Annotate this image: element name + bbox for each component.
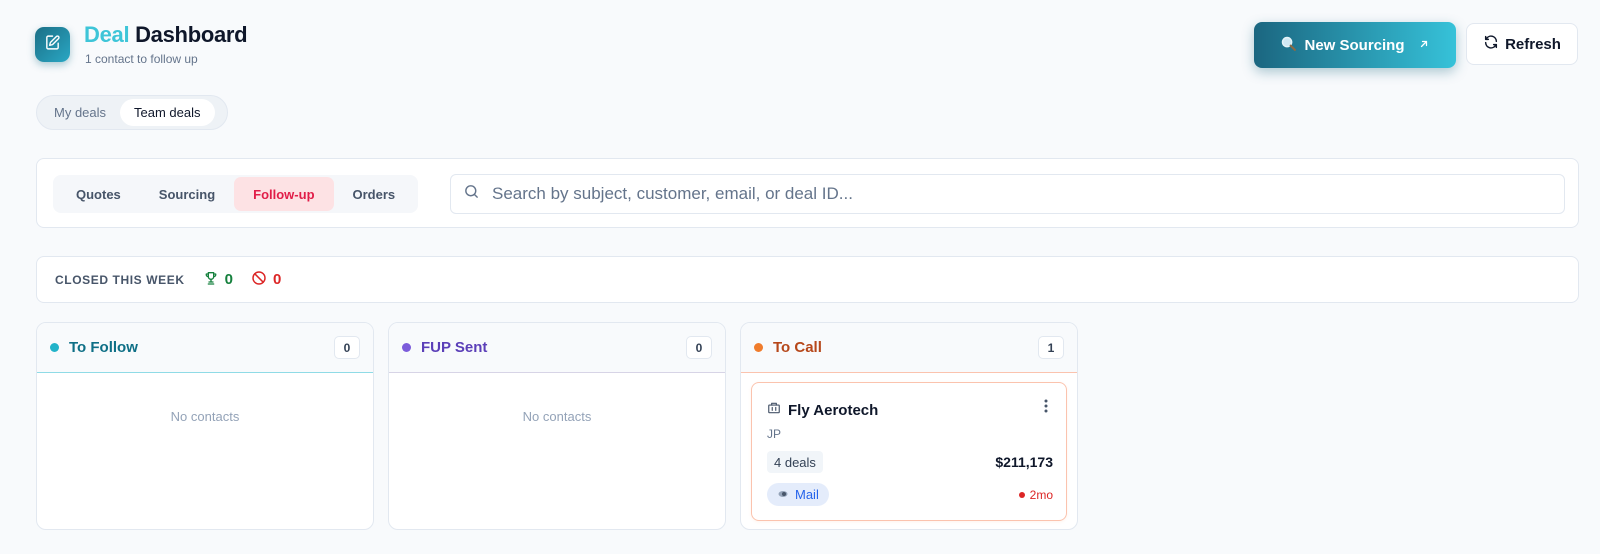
edit-note-icon (44, 34, 61, 56)
empty-state: No contacts (522, 409, 592, 424)
channel-badge[interactable]: Mail (767, 483, 829, 506)
channel-label: Mail (795, 487, 819, 502)
column-title: FUP Sent (421, 339, 488, 356)
column-count-badge: 0 (686, 336, 712, 359)
stage-tabs: Quotes Sourcing Follow-up Orders (53, 175, 419, 213)
column-header: To Call 1 (741, 323, 1077, 373)
column-title: To Call (773, 339, 822, 356)
page-title-accent: Deal (84, 22, 130, 47)
last-contact-age: 2mo (1018, 488, 1053, 502)
column-count-badge: 1 (1038, 336, 1064, 359)
tab-follow-up[interactable]: Follow-up (234, 177, 334, 211)
contact-name-row: Fly Aerotech (767, 401, 878, 420)
empty-state: No contacts (170, 409, 240, 424)
column-count-badge: 0 (334, 336, 360, 359)
status-dot (402, 343, 411, 352)
age-label: 2mo (1029, 488, 1053, 502)
refresh-button[interactable]: Refresh (1466, 23, 1578, 65)
more-vertical-icon[interactable] (1039, 398, 1053, 419)
trophy-icon (203, 270, 219, 290)
contact-name: Fly Aerotech (788, 402, 879, 419)
scope-my-deals[interactable]: My deals (40, 99, 120, 126)
column-to-call: To Call 1 Fly Aerotech JP 4 deals $211,1… (740, 322, 1078, 530)
won-stat: 0 (203, 270, 233, 290)
search-input[interactable] (492, 184, 1532, 204)
magnifier-icon (1280, 35, 1297, 56)
column-fup-sent: FUP Sent 0 No contacts (388, 322, 726, 530)
search-icon (463, 183, 480, 205)
new-sourcing-label: New Sourcing (1304, 36, 1405, 54)
filter-toolbar: Quotes Sourcing Follow-up Orders (36, 158, 1579, 228)
overdue-dot (1018, 492, 1025, 498)
lost-stat: 0 (251, 270, 281, 290)
tab-orders[interactable]: Orders (334, 177, 415, 211)
page-subtitle: 1 contact to follow up (85, 52, 198, 66)
deals-count-badge: 4 deals (767, 451, 823, 473)
app-logo (35, 27, 70, 62)
deal-amount: $211,173 (995, 454, 1053, 470)
closed-this-week-bar: CLOSED THIS WEEK 0 0 (36, 256, 1579, 303)
building-icon (767, 401, 781, 420)
column-to-follow: To Follow 0 No contacts (36, 322, 374, 530)
status-dot (754, 343, 763, 352)
column-header: FUP Sent 0 (389, 323, 725, 373)
mail-icon (777, 487, 789, 502)
refresh-label: Refresh (1505, 35, 1561, 53)
tab-quotes[interactable]: Quotes (57, 177, 140, 211)
prohibited-icon (251, 270, 267, 290)
column-header: To Follow 0 (37, 323, 373, 373)
external-arrow-icon (1418, 37, 1430, 54)
page-title-rest: Dashboard (135, 22, 248, 47)
tab-sourcing[interactable]: Sourcing (140, 177, 234, 211)
won-count: 0 (224, 271, 233, 288)
lost-count: 0 (272, 271, 282, 288)
contact-country: JP (767, 427, 782, 441)
deal-scope-toggle: My deals Team deals (36, 95, 228, 130)
refresh-icon (1483, 34, 1499, 54)
scope-team-deals[interactable]: Team deals (120, 99, 215, 126)
page-title: Deal Dashboard (84, 22, 248, 48)
column-title: To Follow (69, 339, 138, 356)
new-sourcing-button[interactable]: New Sourcing (1254, 22, 1456, 68)
closed-this-week-label: CLOSED THIS WEEK (55, 272, 185, 287)
search-box (450, 174, 1565, 214)
contact-card[interactable]: Fly Aerotech JP 4 deals $211,173 Mail 2m… (751, 382, 1067, 521)
status-dot (50, 343, 59, 352)
